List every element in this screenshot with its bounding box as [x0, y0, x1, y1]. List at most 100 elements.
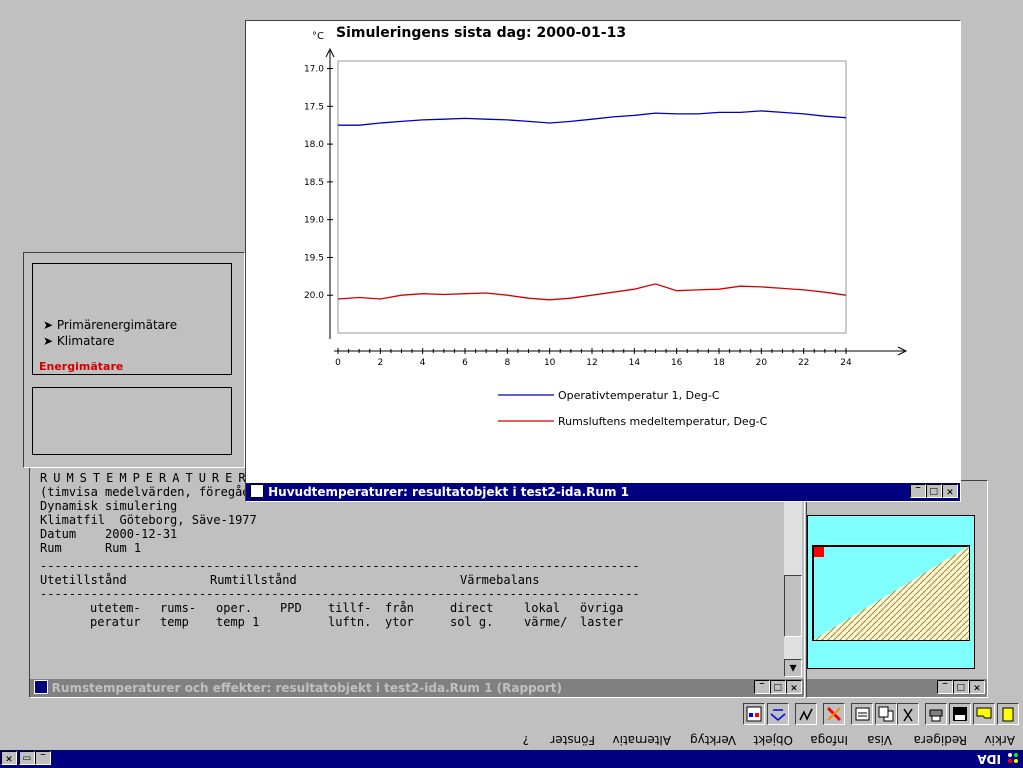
x-tick-label: 22	[798, 358, 809, 368]
chart-window-icon	[250, 484, 264, 498]
energy-item[interactable]: ➤ Klimatare	[43, 334, 115, 348]
cut-icon[interactable]	[897, 703, 919, 725]
scroll-down-button[interactable]: ▲	[784, 659, 802, 677]
energy-item-label: Primärenergimätare	[56, 318, 178, 332]
window-icon[interactable]	[743, 703, 765, 725]
object-window: × □ _	[806, 480, 988, 698]
menu-help[interactable]: ?	[523, 733, 529, 747]
report-divider: ----------------------------------------…	[40, 587, 640, 601]
report-window-icon	[34, 680, 48, 694]
x-tick-label: 24	[840, 358, 852, 368]
report-col-header: tillf-	[328, 601, 372, 615]
screen: IDA _ ▭ × Arkiv Redigera Visa Infoga Obj…	[0, 0, 1023, 768]
energy-item-label: Klimatare	[56, 334, 115, 348]
chart-maximize-button[interactable]: □	[926, 484, 942, 498]
y-tick-label: 17.5	[304, 102, 324, 112]
report-col-header: utetem-	[90, 601, 141, 615]
menu-visa[interactable]: Visa	[867, 733, 892, 747]
legend-label: Rumsluftens medeltemperatur, Deg-C	[558, 415, 768, 428]
app-close-button[interactable]: ×	[1, 751, 17, 765]
edit-icon[interactable]	[851, 703, 873, 725]
legend-label: Operativtemperatur 1, Deg-C	[558, 389, 720, 402]
x-tick-label: 0	[335, 358, 341, 368]
energy-box-top	[32, 387, 232, 455]
menu-fonster[interactable]: Fönster	[550, 733, 595, 747]
report-col-header: luftn.	[328, 615, 372, 629]
energy-item[interactable]: ➤ Primärenergimätare	[43, 318, 177, 332]
report-col-header: lokal	[524, 601, 561, 615]
report-window-title: Rumstemperaturer och effekter: resultato…	[52, 681, 563, 695]
energy-panel: Energimätare ➤ Klimatare ➤ Primärenergim…	[23, 252, 245, 468]
chart-close-button[interactable]: ×	[942, 484, 958, 498]
app-titlebar[interactable]: IDA _ ▭ ×	[0, 750, 1023, 768]
print-icon[interactable]	[925, 703, 947, 725]
report-col-header: värme/	[524, 615, 568, 629]
new-document-icon[interactable]	[997, 703, 1019, 725]
toolbar	[0, 699, 1023, 728]
chart-window-title: Huvudtemperaturer: resultatobjekt i test…	[268, 485, 629, 499]
arrow-icon: ➤	[43, 334, 57, 348]
report-col-header: övriga	[580, 601, 624, 615]
x-tick-label: 6	[462, 358, 468, 368]
app-restore-button[interactable]: ▭	[19, 751, 35, 765]
app-minimize-button[interactable]: _	[35, 751, 51, 765]
x-tick-label: 16	[671, 358, 683, 368]
y-tick-label: 19.0	[304, 216, 324, 226]
report-col-header: PPD	[280, 601, 302, 615]
window-icon[interactable]	[767, 703, 789, 725]
object-close-button[interactable]: _	[937, 680, 953, 694]
x-tick-label: 20	[756, 358, 768, 368]
menu-alternativ[interactable]: Alternativ	[613, 733, 671, 747]
y-tick-label: 20.0	[304, 291, 324, 301]
y-tick-label: 17.0	[304, 65, 324, 75]
report-line: Datum 2000-12-31	[40, 527, 178, 541]
report-window-titlebar[interactable]: × □ _ Rumstemperaturer och effekter: res…	[30, 679, 804, 697]
menubar: Arkiv Redigera Visa Infoga Objekt Verkty…	[0, 727, 1023, 750]
report-col-header: direct	[450, 601, 494, 615]
report-col-header: från	[385, 601, 414, 615]
chart-minimize-button[interactable]: _	[910, 484, 926, 498]
report-close-button[interactable]: ×	[786, 680, 802, 694]
report-group-header: Rumtillstånd	[210, 573, 297, 587]
room-preview[interactable]	[807, 515, 975, 669]
report-group-header: Utetillstånd	[40, 573, 127, 587]
report-minimize-button[interactable]: _	[754, 680, 770, 694]
chart-window-titlebar[interactable]: × □ _ Huvudtemperaturer: resultatobjekt …	[246, 483, 960, 501]
report-line: Klimatfil Göteborg, Säve-1977	[40, 513, 257, 527]
results-icon[interactable]	[795, 703, 817, 725]
plot-area	[337, 60, 847, 334]
menu-objekt[interactable]: Objekt	[754, 733, 793, 747]
x-tick-label: 12	[586, 358, 597, 368]
x-tick-label: 8	[504, 358, 510, 368]
app-logo-icon	[1007, 753, 1019, 765]
y-tick-label: 19.5	[304, 253, 324, 263]
save-disk-icon[interactable]	[949, 703, 971, 725]
copy-icon[interactable]	[875, 703, 897, 725]
report-group-header: Värmebalans	[460, 573, 540, 587]
line-chart: 17.017.518.018.519.019.520.00 2 4 6 8 10 12 14 1…	[304, 47, 908, 428]
report-maximize-button[interactable]: □	[770, 680, 786, 694]
object-maximize-button[interactable]: □	[953, 680, 969, 694]
menu-infoga[interactable]: Infoga	[810, 733, 848, 747]
report-col-header: ytor	[385, 615, 414, 629]
object-window-titlebar[interactable]: × □ _	[807, 679, 987, 697]
chart-area[interactable]: Simuleringens sista dag: 2000-01-13 °C 1…	[246, 21, 960, 483]
x-tick-label: 4	[420, 358, 426, 368]
report-col-header: oper.	[216, 601, 253, 615]
chart-window: × □ _ Huvudtemperaturer: resultatobjekt …	[245, 20, 961, 502]
report-col-header: peratur	[90, 615, 141, 629]
run-simulation-icon[interactable]	[823, 703, 845, 725]
y-tick-label: 18.0	[304, 140, 324, 150]
object-minimize-button[interactable]: ×	[969, 680, 985, 694]
y-tick-label: 18.5	[304, 178, 324, 188]
menu-redigera[interactable]: Redigera	[914, 733, 967, 747]
open-folder-icon[interactable]	[973, 703, 995, 725]
scroll-thumb[interactable]	[784, 575, 802, 637]
menu-arkiv[interactable]: Arkiv	[984, 733, 1015, 747]
report-col-header: rums-	[160, 601, 197, 615]
report-col-header: laster	[580, 615, 624, 629]
report-line: Rum Rum 1	[40, 541, 142, 555]
menu-verktyg[interactable]: Verktyg	[690, 733, 736, 747]
energy-box: Energimätare ➤ Klimatare ➤ Primärenergim…	[32, 263, 232, 375]
app-title: IDA	[977, 752, 1001, 766]
